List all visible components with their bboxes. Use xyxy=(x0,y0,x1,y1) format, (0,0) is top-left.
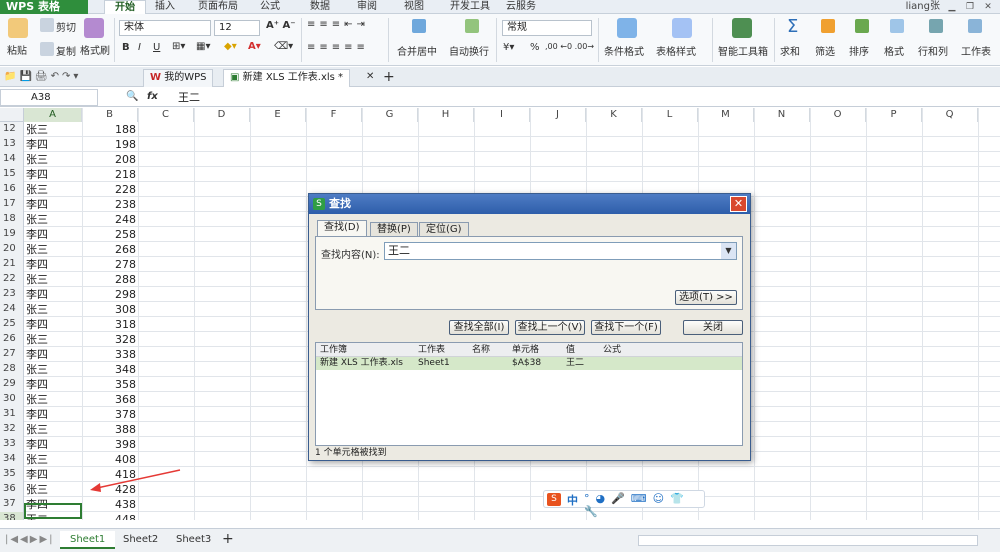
dialog-title: 查找 xyxy=(309,194,750,214)
find-label: 查找内容(N): xyxy=(321,250,380,261)
results-list: 工作簿 工作表 名称 单元格 值 公式 新建 XLS 工作表.xls Sheet… xyxy=(315,342,743,446)
wps-logo-icon: S xyxy=(313,198,325,210)
result-workbook: 新建 XLS 工作表.xls xyxy=(320,358,403,368)
header-name: 名称 xyxy=(472,345,491,355)
options-button[interactable]: 选项(T) >> xyxy=(675,290,737,305)
horizontal-scrollbar[interactable] xyxy=(638,535,978,546)
header-sheet: 工作表 xyxy=(418,345,446,355)
find-next-button[interactable]: 查找下一个(F) xyxy=(591,320,661,335)
tab-goto[interactable]: 定位(G) xyxy=(419,222,469,237)
sheet-tab-1[interactable]: Sheet1 xyxy=(60,531,116,549)
header-formula: 公式 xyxy=(603,345,622,355)
tab-find[interactable]: 查找(D) xyxy=(317,220,367,237)
sheet-tab-2[interactable]: Sheet2 xyxy=(113,531,168,549)
header-cell: 单元格 xyxy=(512,345,540,355)
results-header: 工作簿 工作表 名称 单元格 值 公式 xyxy=(316,343,742,357)
chevron-down-icon[interactable]: ▼ xyxy=(721,243,736,259)
find-all-button[interactable]: 查找全部(I) xyxy=(449,320,509,335)
sheet-tab-3[interactable]: Sheet3 xyxy=(166,531,221,549)
header-value: 值 xyxy=(566,345,576,355)
close-button[interactable]: 关闭 xyxy=(683,320,743,335)
result-sheet: Sheet1 xyxy=(418,358,450,368)
find-input[interactable]: 王二 xyxy=(384,242,737,260)
dialog-close-button[interactable]: ✕ xyxy=(730,196,747,212)
status-text: 1 个单元格被找到 xyxy=(315,448,387,458)
result-cell: $A$38 xyxy=(512,358,542,368)
result-value: 王二 xyxy=(566,358,585,368)
add-sheet-icon[interactable]: + xyxy=(222,531,234,547)
ime-tool-icons[interactable]: °◕🎤⌨☺👕🔧 xyxy=(584,492,704,518)
sheet-nav-icons[interactable]: |◀◀▶▶| xyxy=(5,534,55,545)
result-row[interactable]: 新建 XLS 工作表.xls Sheet1 $A$38 王二 xyxy=(316,357,742,370)
sogou-logo-icon: S xyxy=(547,493,561,506)
find-dialog: 查找 S ✕ 查找(D) 替换(P) 定位(G) 查找内容(N): 王二 ▼ 选… xyxy=(308,193,751,461)
header-workbook: 工作簿 xyxy=(320,345,348,355)
tab-replace[interactable]: 替换(P) xyxy=(370,222,418,237)
sheet-tab-bar: |◀◀▶▶| Sheet1 Sheet2 Sheet3 + xyxy=(0,528,1000,552)
ime-mode-button[interactable]: 中 xyxy=(567,492,578,508)
ime-toolbar: S 中 °◕🎤⌨☺👕🔧 xyxy=(543,490,705,518)
find-previous-button[interactable]: 查找上一个(V) xyxy=(515,320,585,335)
